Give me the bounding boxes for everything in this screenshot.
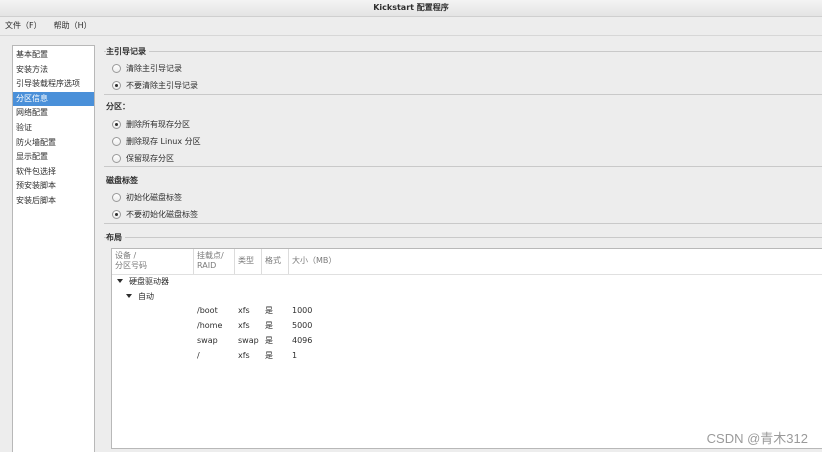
cell-format[interactable]: 是	[265, 350, 273, 362]
section-divider	[104, 51, 822, 52]
mbr-keep-option[interactable]: 不要清除主引导记录	[112, 79, 198, 91]
sidebar-item-firewall[interactable]: 防火墙配置	[13, 136, 94, 151]
cell-type[interactable]: xfs	[238, 305, 250, 317]
cell-mount[interactable]: /boot	[197, 305, 218, 317]
tree-label: 自动	[138, 291, 154, 301]
radio-button[interactable]	[112, 63, 121, 73]
tree-row-auto[interactable]: 自动	[126, 290, 154, 302]
cell-format[interactable]: 是	[265, 335, 273, 347]
disklabel-no-init-option[interactable]: 不要初始化磁盘标签	[112, 208, 198, 220]
column-header-device[interactable]: 设备 / 分区号码	[112, 249, 194, 274]
radio-button[interactable]	[112, 80, 121, 90]
cell-mount[interactable]: /home	[197, 320, 222, 332]
cell-type[interactable]: xfs	[238, 320, 250, 332]
menu-bar: 文件（F） 帮助（H）	[0, 18, 822, 34]
sidebar-item-auth[interactable]: 验证	[13, 121, 94, 136]
disklabel-init-option[interactable]: 初始化磁盘标签	[112, 191, 182, 203]
radio-label: 删除现存 Linux 分区	[126, 136, 201, 146]
watermark: CSDN @青木312	[706, 431, 808, 446]
partition-preserve-option[interactable]: 保留现存分区	[112, 152, 174, 164]
main-panel: 主引导记录 清除主引导记录 不要清除主引导记录 分区： 删除所有现存分区 删除现…	[104, 45, 822, 452]
radio-button[interactable]	[112, 209, 121, 219]
header-text: RAID	[197, 261, 217, 270]
cell-format[interactable]: 是	[265, 320, 273, 332]
sidebar-item-display[interactable]: 显示配置	[13, 150, 94, 165]
radio-label: 初始化磁盘标签	[126, 192, 182, 202]
section-divider	[104, 166, 822, 167]
column-header-format[interactable]: 格式	[262, 249, 289, 274]
header-text: 分区号码	[115, 261, 147, 270]
cell-mount[interactable]: swap	[197, 335, 218, 347]
header-text: 挂载点/	[197, 251, 224, 260]
tree-label: 硬盘驱动器	[129, 276, 169, 286]
cell-mount[interactable]: /	[197, 350, 200, 362]
partition-section-title: 分区：	[106, 101, 133, 112]
cell-type[interactable]: swap	[238, 335, 259, 347]
sidebar-item-network[interactable]: 网络配置	[13, 106, 94, 121]
mbr-section-title: 主引导记录	[106, 46, 149, 57]
section-divider	[104, 223, 822, 224]
radio-button[interactable]	[112, 192, 121, 202]
cell-type[interactable]: xfs	[238, 350, 250, 362]
radio-label: 保留现存分区	[126, 153, 174, 163]
cell-format[interactable]: 是	[265, 305, 273, 317]
mbr-clear-option[interactable]: 清除主引导记录	[112, 62, 182, 74]
section-divider	[104, 237, 822, 238]
cell-size[interactable]: 1	[292, 350, 297, 362]
tree-row-drives[interactable]: 硬盘驱动器	[117, 275, 169, 287]
partition-remove-linux-option[interactable]: 删除现存 Linux 分区	[112, 135, 201, 147]
menu-help[interactable]: 帮助（H）	[48, 18, 98, 34]
cell-size[interactable]: 5000	[292, 320, 312, 332]
cell-size[interactable]: 1000	[292, 305, 312, 317]
column-header-size[interactable]: 大小（MB）	[289, 249, 822, 274]
menu-divider	[0, 35, 822, 36]
sidebar-item-basic[interactable]: 基本配置	[13, 48, 94, 63]
sidebar-item-pre-script[interactable]: 预安装脚本	[13, 179, 94, 194]
cell-size[interactable]: 4096	[292, 335, 312, 347]
column-header-mount[interactable]: 挂载点/ RAID	[194, 249, 235, 274]
sidebar-item-partition[interactable]: 分区信息	[13, 91, 94, 107]
window-title: Kickstart 配置程序	[0, 0, 822, 17]
sidebar-nav: 基本配置 安装方法 引导装载程序选项 分区信息 网络配置 验证 防火墙配置 显示…	[12, 45, 95, 452]
expander-arrow-icon[interactable]	[126, 294, 132, 298]
radio-label: 不要初始化磁盘标签	[126, 209, 198, 219]
section-divider	[104, 94, 822, 95]
header-divider	[112, 274, 822, 275]
sidebar-item-packages[interactable]: 软件包选择	[13, 165, 94, 180]
sidebar-item-post-script[interactable]: 安装后脚本	[13, 194, 94, 209]
radio-button[interactable]	[112, 153, 121, 163]
radio-label: 不要清除主引导记录	[126, 80, 198, 90]
header-text: 设备 /	[115, 251, 137, 260]
expander-arrow-icon[interactable]	[117, 279, 123, 283]
partition-table[interactable]: 设备 / 分区号码 挂载点/ RAID 类型 格式 大小（MB） 硬盘驱动器 自…	[111, 248, 822, 449]
sidebar-item-install-method[interactable]: 安装方法	[13, 63, 94, 78]
radio-label: 清除主引导记录	[126, 63, 182, 73]
radio-button[interactable]	[112, 136, 121, 146]
layout-section-title: 布局	[106, 232, 125, 243]
radio-label: 删除所有现存分区	[126, 119, 190, 129]
partition-remove-all-option[interactable]: 删除所有现存分区	[112, 118, 190, 130]
column-header-type[interactable]: 类型	[235, 249, 262, 274]
radio-button[interactable]	[112, 119, 121, 129]
sidebar-item-bootloader[interactable]: 引导装载程序选项	[13, 77, 94, 92]
menu-file[interactable]: 文件（F）	[0, 18, 48, 34]
disklabel-section-title: 磁盘标签	[106, 175, 141, 186]
